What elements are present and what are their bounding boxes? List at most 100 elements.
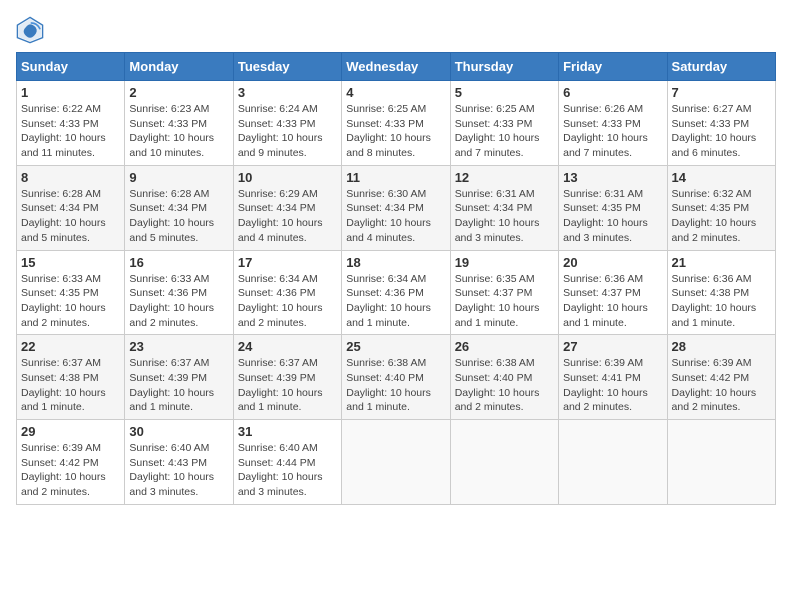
calendar-day-cell: 21Sunrise: 6:36 AMSunset: 4:38 PMDayligh… — [667, 250, 775, 335]
day-number: 28 — [672, 339, 771, 354]
day-info: Sunrise: 6:39 AMSunset: 4:42 PMDaylight:… — [672, 356, 771, 415]
day-info: Sunrise: 6:30 AMSunset: 4:34 PMDaylight:… — [346, 187, 445, 246]
calendar-day-cell: 26 Sunrise: 6:38 AMSunset: 4:40 PMDayligh… — [450, 335, 558, 420]
day-info: Sunrise: 6:34 AMSunset: 4:36 PMDaylight:… — [346, 272, 445, 331]
calendar-day-cell: 25 Sunrise: 6:38 AMSunset: 4:40 PMDayligh… — [342, 335, 450, 420]
day-number: 7 — [672, 85, 771, 100]
weekday-header: Sunday — [17, 53, 125, 81]
day-info: Sunrise: 6:29 AMSunset: 4:34 PMDaylight:… — [238, 187, 337, 246]
day-number: 5 — [455, 85, 554, 100]
day-number: 14 — [672, 170, 771, 185]
calendar-day-cell: 15 Sunrise: 6:33 AMSunset: 4:35 PMDayligh… — [17, 250, 125, 335]
day-info: Sunrise: 6:38 AMSunset: 4:40 PMDaylight:… — [346, 356, 445, 415]
day-info: Sunrise: 6:28 AMSunset: 4:34 PMDaylight:… — [129, 187, 228, 246]
day-info: Sunrise: 6:34 AMSunset: 4:36 PMDaylight:… — [238, 272, 337, 331]
day-info: Sunrise: 6:40 AMSunset: 4:44 PMDaylight:… — [238, 441, 337, 500]
day-info: Sunrise: 6:27 AMSunset: 4:33 PMDaylight:… — [672, 102, 771, 161]
day-info: Sunrise: 6:26 AMSunset: 4:33 PMDaylight:… — [563, 102, 662, 161]
calendar-day-cell — [342, 420, 450, 505]
calendar-week-row: 15 Sunrise: 6:33 AMSunset: 4:35 PMDayligh… — [17, 250, 776, 335]
calendar-day-cell: 27 Sunrise: 6:39 AMSunset: 4:41 PMDayligh… — [559, 335, 667, 420]
day-number: 24 — [238, 339, 337, 354]
calendar-table: SundayMondayTuesdayWednesdayThursdayFrid… — [16, 52, 776, 505]
day-number: 12 — [455, 170, 554, 185]
calendar-day-cell: 2 Sunrise: 6:23 AMSunset: 4:33 PMDaylight… — [125, 81, 233, 166]
day-info: Sunrise: 6:36 AMSunset: 4:37 PMDaylight:… — [563, 272, 662, 331]
day-number: 8 — [21, 170, 120, 185]
calendar-day-cell: 9 Sunrise: 6:28 AMSunset: 4:34 PMDaylight… — [125, 165, 233, 250]
day-info: Sunrise: 6:40 AMSunset: 4:43 PMDaylight:… — [129, 441, 228, 500]
calendar-day-cell: 28 Sunrise: 6:39 AMSunset: 4:42 PMDayligh… — [667, 335, 775, 420]
day-info: Sunrise: 6:37 AMSunset: 4:38 PMDaylight:… — [21, 356, 120, 415]
calendar-week-row: 29 Sunrise: 6:39 AMSunset: 4:42 PMDayligh… — [17, 420, 776, 505]
day-info: Sunrise: 6:33 AMSunset: 4:36 PMDaylight:… — [129, 272, 228, 331]
calendar-day-cell: 4Sunrise: 6:25 AMSunset: 4:33 PMDaylight… — [342, 81, 450, 166]
day-number: 4 — [346, 85, 445, 100]
weekday-header: Saturday — [667, 53, 775, 81]
day-number: 31 — [238, 424, 337, 439]
calendar-day-cell: 23 Sunrise: 6:37 AMSunset: 4:39 PMDayligh… — [125, 335, 233, 420]
day-info: Sunrise: 6:33 AMSunset: 4:35 PMDaylight:… — [21, 272, 120, 331]
day-info: Sunrise: 6:37 AMSunset: 4:39 PMDaylight:… — [238, 356, 337, 415]
day-info: Sunrise: 6:39 AMSunset: 4:42 PMDaylight:… — [21, 441, 120, 500]
calendar-day-cell: 20 Sunrise: 6:36 AMSunset: 4:37 PMDayligh… — [559, 250, 667, 335]
day-number: 27 — [563, 339, 662, 354]
weekday-header: Monday — [125, 53, 233, 81]
day-number: 3 — [238, 85, 337, 100]
day-number: 19 — [455, 255, 554, 270]
calendar-day-cell: 30 Sunrise: 6:40 AMSunset: 4:43 PMDayligh… — [125, 420, 233, 505]
day-number: 2 — [129, 85, 228, 100]
day-info: Sunrise: 6:32 AMSunset: 4:35 PMDaylight:… — [672, 187, 771, 246]
day-number: 1 — [21, 85, 120, 100]
calendar-week-row: 8 Sunrise: 6:28 AMSunset: 4:34 PMDaylight… — [17, 165, 776, 250]
day-number: 25 — [346, 339, 445, 354]
day-info: Sunrise: 6:22 AMSunset: 4:33 PMDaylight:… — [21, 102, 120, 161]
day-info: Sunrise: 6:23 AMSunset: 4:33 PMDaylight:… — [129, 102, 228, 161]
calendar-day-cell: 29 Sunrise: 6:39 AMSunset: 4:42 PMDayligh… — [17, 420, 125, 505]
day-number: 21 — [672, 255, 771, 270]
day-number: 16 — [129, 255, 228, 270]
day-info: Sunrise: 6:38 AMSunset: 4:40 PMDaylight:… — [455, 356, 554, 415]
day-number: 20 — [563, 255, 662, 270]
day-number: 26 — [455, 339, 554, 354]
calendar-day-cell: 1 Sunrise: 6:22 AMSunset: 4:33 PMDaylight… — [17, 81, 125, 166]
calendar-day-cell — [450, 420, 558, 505]
day-number: 30 — [129, 424, 228, 439]
calendar-day-cell: 12 Sunrise: 6:31 AMSunset: 4:34 PMDayligh… — [450, 165, 558, 250]
day-number: 9 — [129, 170, 228, 185]
calendar-day-cell: 3 Sunrise: 6:24 AMSunset: 4:33 PMDaylight… — [233, 81, 341, 166]
calendar-day-cell: 10 Sunrise: 6:29 AMSunset: 4:34 PMDayligh… — [233, 165, 341, 250]
weekday-header: Wednesday — [342, 53, 450, 81]
calendar-day-cell: 6Sunrise: 6:26 AMSunset: 4:33 PMDaylight… — [559, 81, 667, 166]
day-number: 18 — [346, 255, 445, 270]
calendar-day-cell — [559, 420, 667, 505]
day-number: 29 — [21, 424, 120, 439]
calendar-day-cell: 31 Sunrise: 6:40 AMSunset: 4:44 PMDayligh… — [233, 420, 341, 505]
day-number: 11 — [346, 170, 445, 185]
day-number: 15 — [21, 255, 120, 270]
day-number: 17 — [238, 255, 337, 270]
day-number: 23 — [129, 339, 228, 354]
weekday-header: Friday — [559, 53, 667, 81]
calendar-day-cell: 11 Sunrise: 6:30 AMSunset: 4:34 PMDayligh… — [342, 165, 450, 250]
calendar-day-cell: 5Sunrise: 6:25 AMSunset: 4:33 PMDaylight… — [450, 81, 558, 166]
logo — [16, 16, 48, 44]
logo-icon — [16, 16, 44, 44]
day-info: Sunrise: 6:31 AMSunset: 4:34 PMDaylight:… — [455, 187, 554, 246]
day-info: Sunrise: 6:24 AMSunset: 4:33 PMDaylight:… — [238, 102, 337, 161]
calendar-day-cell: 22Sunrise: 6:37 AMSunset: 4:38 PMDayligh… — [17, 335, 125, 420]
calendar-day-cell: 8Sunrise: 6:28 AMSunset: 4:34 PMDaylight… — [17, 165, 125, 250]
calendar-week-row: 1 Sunrise: 6:22 AMSunset: 4:33 PMDaylight… — [17, 81, 776, 166]
day-info: Sunrise: 6:37 AMSunset: 4:39 PMDaylight:… — [129, 356, 228, 415]
day-number: 10 — [238, 170, 337, 185]
day-number: 13 — [563, 170, 662, 185]
day-info: Sunrise: 6:39 AMSunset: 4:41 PMDaylight:… — [563, 356, 662, 415]
day-info: Sunrise: 6:35 AMSunset: 4:37 PMDaylight:… — [455, 272, 554, 331]
calendar-day-cell: 17 Sunrise: 6:34 AMSunset: 4:36 PMDayligh… — [233, 250, 341, 335]
calendar-day-cell: 7 Sunrise: 6:27 AMSunset: 4:33 PMDaylight… — [667, 81, 775, 166]
page-header — [16, 16, 776, 44]
day-info: Sunrise: 6:31 AMSunset: 4:35 PMDaylight:… — [563, 187, 662, 246]
calendar-week-row: 22Sunrise: 6:37 AMSunset: 4:38 PMDayligh… — [17, 335, 776, 420]
calendar-day-cell — [667, 420, 775, 505]
calendar-day-cell: 24 Sunrise: 6:37 AMSunset: 4:39 PMDayligh… — [233, 335, 341, 420]
